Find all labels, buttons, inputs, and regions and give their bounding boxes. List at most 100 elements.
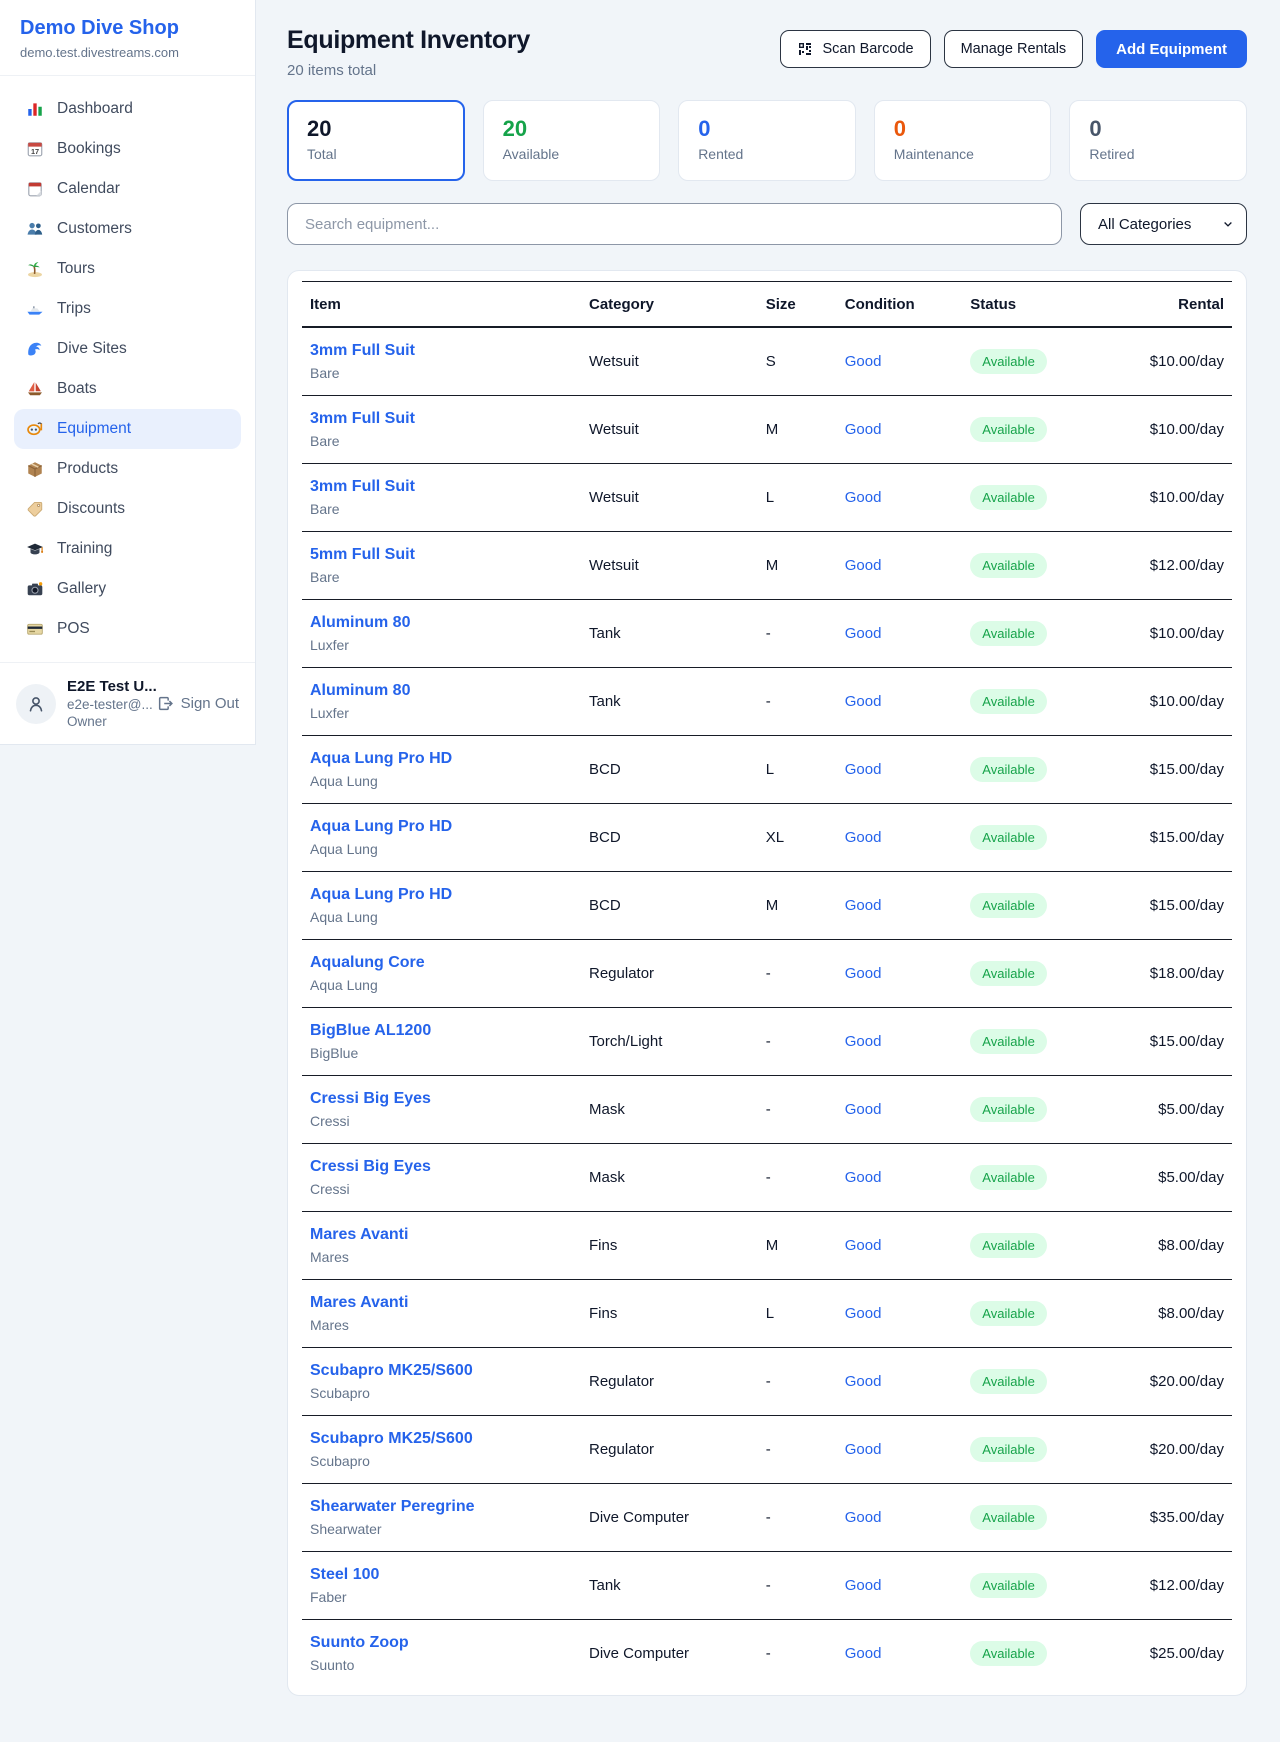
category-cell: Regulator <box>581 1348 758 1416</box>
sidebar-item-discounts[interactable]: Discounts <box>14 489 241 529</box>
sidebar-item-trips[interactable]: Trips <box>14 289 241 329</box>
item-name-link[interactable]: Aqualung Core <box>310 954 573 972</box>
sidebar-item-label: Gallery <box>57 580 106 598</box>
item-cell: Mares AvantiMares <box>302 1280 581 1348</box>
condition-link[interactable]: Good <box>845 1033 882 1050</box>
sidebar-item-dive-sites[interactable]: Dive Sites <box>14 329 241 369</box>
page-title-block: Equipment Inventory 20 items total <box>287 26 530 79</box>
search-input[interactable] <box>287 203 1062 245</box>
sidebar-item-dashboard[interactable]: Dashboard <box>14 89 241 129</box>
condition-link[interactable]: Good <box>845 353 882 370</box>
condition-link[interactable]: Good <box>845 1577 882 1594</box>
person-icon <box>26 694 46 714</box>
condition-link[interactable]: Good <box>845 829 882 846</box>
rental-cell: $20.00/day <box>1097 1348 1232 1416</box>
bar-chart-icon <box>26 100 44 118</box>
item-name-link[interactable]: Cressi Big Eyes <box>310 1090 573 1108</box>
column-header-category: Category <box>581 282 758 328</box>
item-cell: Aqualung CoreAqua Lung <box>302 940 581 1008</box>
condition-link[interactable]: Good <box>845 1305 882 1322</box>
items-total-count: 20 items total <box>287 62 530 79</box>
package-icon <box>26 460 44 478</box>
category-select[interactable]: All Categories <box>1080 203 1247 245</box>
item-name-link[interactable]: Suunto Zoop <box>310 1634 573 1652</box>
size-cell: S <box>758 327 837 396</box>
sidebar-item-customers[interactable]: Customers <box>14 209 241 249</box>
condition-link[interactable]: Good <box>845 965 882 982</box>
size-cell: - <box>758 940 837 1008</box>
sidebar-item-bookings[interactable]: 17Bookings <box>14 129 241 169</box>
sidebar-item-pos[interactable]: POS <box>14 609 241 649</box>
camera-icon <box>26 580 44 598</box>
item-name-link[interactable]: Cressi Big Eyes <box>310 1158 573 1176</box>
table-body: 3mm Full SuitBareWetsuitSGoodAvailable$1… <box>302 327 1232 1687</box>
sign-out-button[interactable]: Sign Out <box>157 695 239 712</box>
item-name-link[interactable]: 5mm Full Suit <box>310 546 573 564</box>
condition-link[interactable]: Good <box>845 421 882 438</box>
item-name-link[interactable]: Aqua Lung Pro HD <box>310 818 573 836</box>
category-cell: Torch/Light <box>581 1008 758 1076</box>
item-name-link[interactable]: Mares Avanti <box>310 1294 573 1312</box>
condition-cell: Good <box>837 668 963 736</box>
condition-link[interactable]: Good <box>845 1169 882 1186</box>
svg-text:17: 17 <box>31 147 39 156</box>
condition-link[interactable]: Good <box>845 1509 882 1526</box>
size-cell: - <box>758 600 837 668</box>
item-name-link[interactable]: Aluminum 80 <box>310 682 573 700</box>
condition-link[interactable]: Good <box>845 693 882 710</box>
table-row: 3mm Full SuitBareWetsuitMGoodAvailable$1… <box>302 396 1232 464</box>
status-badge: Available <box>970 1641 1047 1666</box>
stat-card-maintenance[interactable]: 0Maintenance <box>874 100 1052 181</box>
chevron-down-icon <box>1222 218 1234 230</box>
size-cell: L <box>758 464 837 532</box>
manage-rentals-button[interactable]: Manage Rentals <box>944 30 1084 68</box>
item-name-link[interactable]: Scubapro MK25/S600 <box>310 1362 573 1380</box>
column-header-condition: Condition <box>837 282 963 328</box>
stat-card-retired[interactable]: 0Retired <box>1069 100 1247 181</box>
item-cell: Mares AvantiMares <box>302 1212 581 1280</box>
item-name-link[interactable]: 3mm Full Suit <box>310 478 573 496</box>
item-name-link[interactable]: BigBlue AL1200 <box>310 1022 573 1040</box>
brand-name[interactable]: Demo Dive Shop <box>20 17 235 40</box>
condition-link[interactable]: Good <box>845 489 882 506</box>
item-name-link[interactable]: Shearwater Peregrine <box>310 1498 573 1516</box>
rental-cell: $10.00/day <box>1097 327 1232 396</box>
sidebar-item-calendar[interactable]: Calendar <box>14 169 241 209</box>
sidebar-item-tours[interactable]: Tours <box>14 249 241 289</box>
table-row: 3mm Full SuitBareWetsuitLGoodAvailable$1… <box>302 464 1232 532</box>
condition-link[interactable]: Good <box>845 1101 882 1118</box>
table-row: Steel 100FaberTank-GoodAvailable$12.00/d… <box>302 1552 1232 1620</box>
add-equipment-button[interactable]: Add Equipment <box>1096 30 1247 68</box>
condition-link[interactable]: Good <box>845 1441 882 1458</box>
item-cell: Aqua Lung Pro HDAqua Lung <box>302 804 581 872</box>
item-name-link[interactable]: 3mm Full Suit <box>310 410 573 428</box>
user-email: e2e-tester@... <box>67 697 146 712</box>
item-name-link[interactable]: Steel 100 <box>310 1566 573 1584</box>
condition-link[interactable]: Good <box>845 1645 882 1662</box>
condition-link[interactable]: Good <box>845 557 882 574</box>
stat-card-total[interactable]: 20Total <box>287 100 465 181</box>
sidebar-item-boats[interactable]: Boats <box>14 369 241 409</box>
stat-card-rented[interactable]: 0Rented <box>678 100 856 181</box>
condition-link[interactable]: Good <box>845 897 882 914</box>
item-name-link[interactable]: Mares Avanti <box>310 1226 573 1244</box>
sidebar-item-products[interactable]: Products <box>14 449 241 489</box>
column-header-rental: Rental <box>1097 282 1232 328</box>
condition-link[interactable]: Good <box>845 761 882 778</box>
item-name-link[interactable]: Aqua Lung Pro HD <box>310 750 573 768</box>
table-row: BigBlue AL1200BigBlueTorch/Light-GoodAva… <box>302 1008 1232 1076</box>
scan-barcode-button[interactable]: Scan Barcode <box>780 30 930 68</box>
condition-link[interactable]: Good <box>845 625 882 642</box>
item-name-link[interactable]: Scubapro MK25/S600 <box>310 1430 573 1448</box>
condition-link[interactable]: Good <box>845 1237 882 1254</box>
status-badge: Available <box>970 1165 1047 1190</box>
condition-link[interactable]: Good <box>845 1373 882 1390</box>
status-cell: Available <box>962 327 1097 396</box>
item-name-link[interactable]: Aqua Lung Pro HD <box>310 886 573 904</box>
sidebar-item-equipment[interactable]: Equipment <box>14 409 241 449</box>
sidebar-item-gallery[interactable]: Gallery <box>14 569 241 609</box>
item-name-link[interactable]: 3mm Full Suit <box>310 342 573 360</box>
item-name-link[interactable]: Aluminum 80 <box>310 614 573 632</box>
stat-card-available[interactable]: 20Available <box>483 100 661 181</box>
sidebar-item-training[interactable]: Training <box>14 529 241 569</box>
